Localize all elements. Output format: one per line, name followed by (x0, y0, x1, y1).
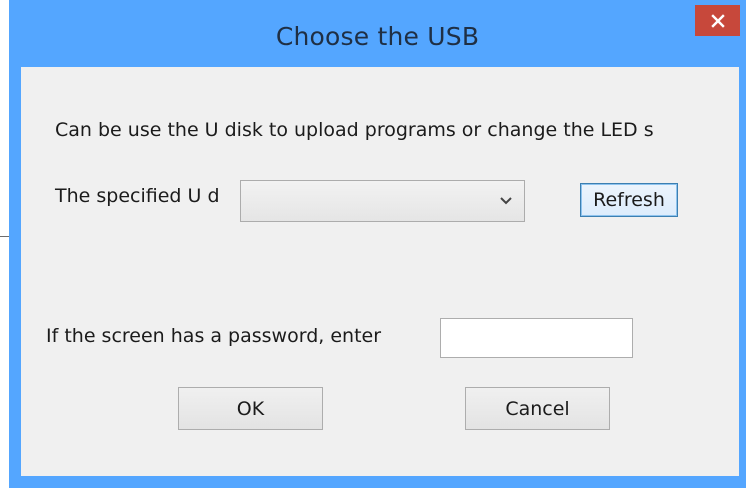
title-bar[interactable]: Choose the USB (9, 0, 746, 67)
chevron-down-icon (500, 197, 512, 205)
password-input[interactable] (440, 318, 633, 358)
ok-button[interactable]: OK (178, 387, 323, 430)
close-button[interactable] (695, 5, 740, 36)
usb-drive-select[interactable] (240, 180, 525, 222)
password-label: If the screen has a password, enter (46, 325, 382, 347)
cancel-button[interactable]: Cancel (465, 387, 610, 430)
background-edge (0, 0, 9, 488)
dialog-content: Can be use the U disk to upload programs… (21, 67, 739, 476)
specified-u-disk-label: The specified U d (55, 185, 220, 207)
refresh-button[interactable]: Refresh (580, 183, 678, 217)
window-title: Choose the USB (275, 22, 480, 51)
background-tick (0, 236, 9, 237)
description-text: Can be use the U disk to upload programs… (55, 119, 654, 141)
dialog-window: Choose the USB Can be use the U disk to … (0, 0, 746, 488)
close-icon (710, 13, 725, 28)
